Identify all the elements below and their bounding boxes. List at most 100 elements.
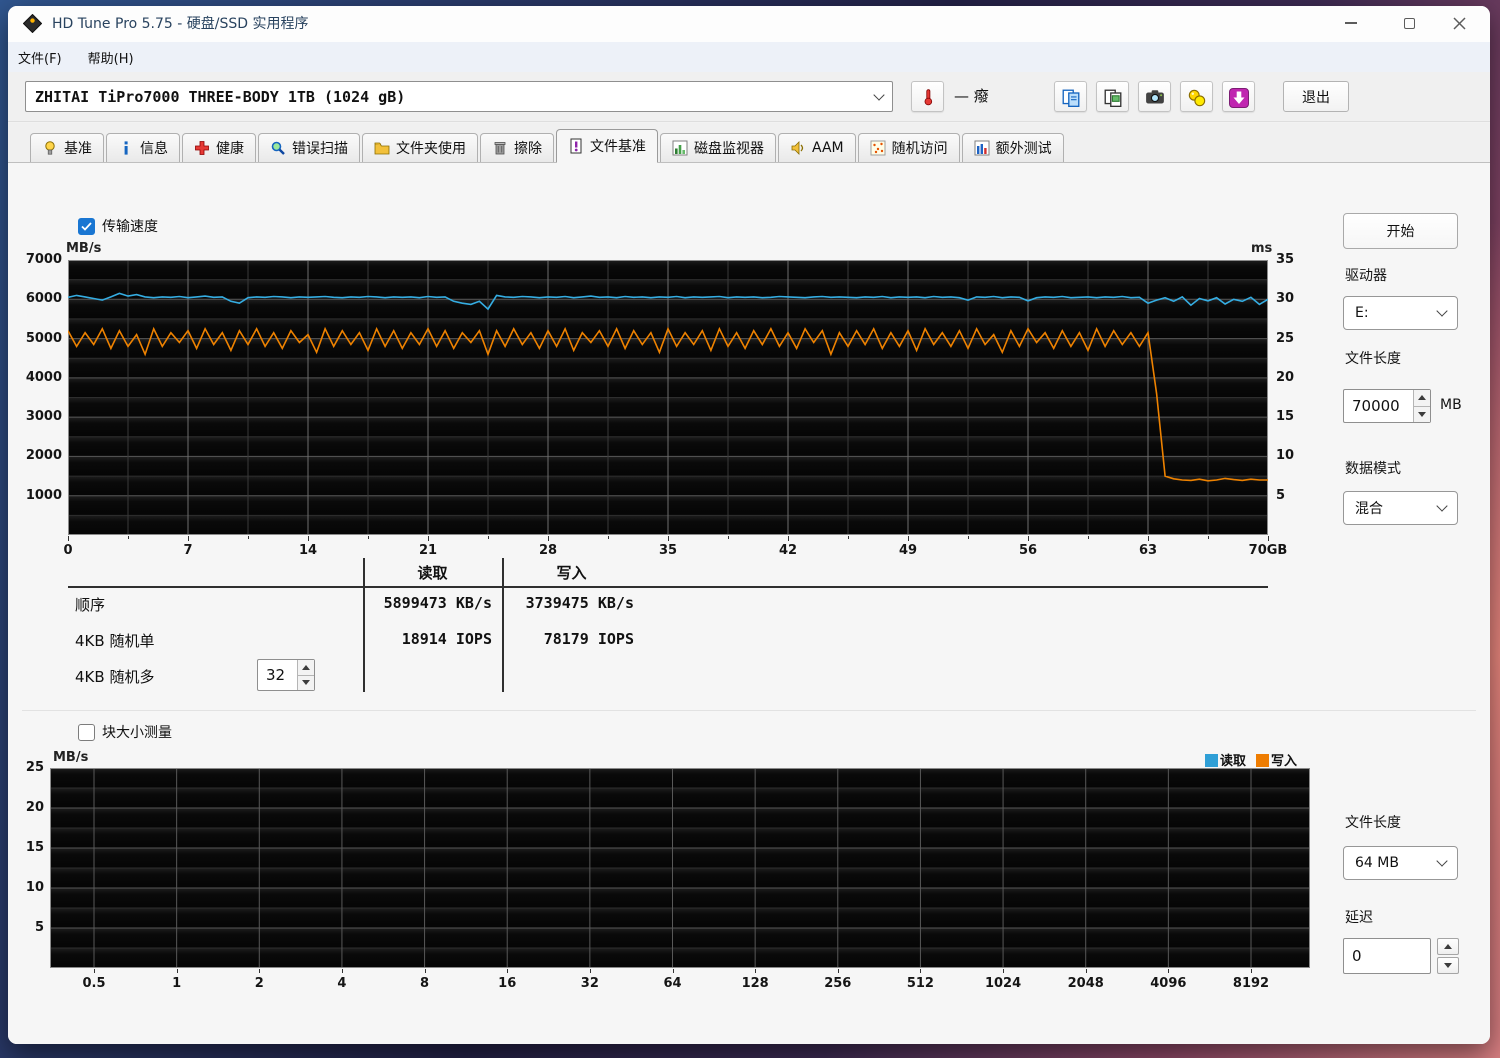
- spin-down-button[interactable]: [1414, 405, 1430, 422]
- file-length-unit: MB: [1440, 397, 1462, 413]
- axis-tick: [1208, 536, 1209, 539]
- arrow-down-icon: [302, 680, 310, 686]
- legend-read-label: 读取: [1220, 754, 1247, 769]
- tab-erase[interactable]: 擦除: [480, 133, 554, 162]
- tab-file-benchmark[interactable]: 文件基准: [556, 129, 658, 163]
- axis-tick: [308, 536, 309, 541]
- y-axis-tick-label: 25: [25, 760, 44, 775]
- transfer-speed-label: 传输速度: [102, 219, 158, 235]
- exit-button[interactable]: 退出: [1283, 81, 1349, 112]
- screenshot-button[interactable]: [1138, 81, 1171, 112]
- spinner-arrows: [1413, 390, 1430, 422]
- checkbox-unchecked-icon: [78, 723, 95, 741]
- x-axis-tick-label: 256: [824, 976, 852, 991]
- axis-tick: [908, 536, 909, 541]
- tab-label: 基准: [64, 141, 92, 157]
- queue-depth-spinner[interactable]: 32: [257, 659, 315, 691]
- tab-label: 磁盘监视器: [694, 141, 764, 157]
- toolbar-buttons: [1054, 81, 1255, 112]
- axis-tick: [1268, 536, 1269, 541]
- axis-tick: [1088, 536, 1089, 539]
- arrow-up-icon: [1418, 395, 1426, 401]
- spin-down-button[interactable]: [298, 674, 314, 690]
- screenshot-icon: [1145, 88, 1165, 106]
- block-size-checkbox[interactable]: 块大小测量: [78, 722, 172, 742]
- scan-icon: [270, 140, 286, 156]
- copy-text-button[interactable]: [1054, 81, 1087, 112]
- menu-file[interactable]: 文件(F): [18, 48, 62, 67]
- x-axis-tick-label: 0.5: [82, 976, 106, 991]
- health-icon: [194, 140, 210, 156]
- spinner-arrows: [297, 660, 314, 690]
- x-axis-tick-label: 21: [418, 543, 438, 558]
- tab-random-access[interactable]: 随机访问: [857, 133, 960, 162]
- delay-input[interactable]: 0: [1343, 938, 1431, 974]
- file-length-spinner[interactable]: 70000: [1343, 389, 1431, 423]
- x-axis-tick-label: 0: [63, 543, 73, 558]
- axis-tick: [755, 969, 757, 973]
- transfer-speed-chart: [68, 260, 1268, 535]
- tab-error-scan[interactable]: 错误扫描: [258, 133, 360, 162]
- chart1-y-axis-title: MB/s: [66, 241, 102, 256]
- minimize-button[interactable]: [1328, 6, 1374, 40]
- legend-write: 写入: [1256, 750, 1297, 769]
- tab-disk-monitor[interactable]: 磁盘监视器: [660, 133, 776, 162]
- tab-label: 健康: [216, 141, 244, 157]
- block-file-length-dropdown[interactable]: 64 MB: [1343, 846, 1458, 880]
- temperature-display: — 癈: [954, 87, 989, 105]
- app-icon: [22, 13, 43, 34]
- copy-image-button[interactable]: [1096, 81, 1129, 112]
- tab-benchmark[interactable]: 基准: [30, 133, 104, 162]
- data-mode-dropdown[interactable]: 混合: [1343, 491, 1458, 525]
- folder-icon: [374, 140, 390, 156]
- table-read-value: 18914 IOPS: [401, 630, 492, 648]
- tab-folder-usage[interactable]: 文件夹使用: [362, 133, 478, 162]
- axis-tick: [68, 536, 69, 541]
- maximize-button[interactable]: [1386, 6, 1432, 40]
- monitor-icon: [672, 140, 688, 156]
- axis-tick: [176, 969, 178, 973]
- table-write-value: 3739475 KB/s: [525, 594, 634, 612]
- x-axis-tick-label: 2: [254, 976, 264, 991]
- start-button[interactable]: 开始: [1343, 213, 1458, 249]
- temperature-button[interactable]: [911, 81, 944, 112]
- options-button[interactable]: [1180, 81, 1213, 112]
- speaker-icon: [790, 140, 806, 156]
- x-axis-tick-label: 1024: [984, 976, 1022, 991]
- drive-select[interactable]: ZHITAI TiPro7000 THREE-BODY 1TB (1024 gB…: [25, 81, 893, 112]
- tab-aam[interactable]: AAM: [778, 133, 856, 162]
- x-axis-tick-label: 56: [1018, 543, 1038, 558]
- y-axis-tick-label: 15: [25, 840, 44, 855]
- axis-tick: [968, 536, 969, 539]
- x-axis-tick-label: 7: [183, 543, 193, 558]
- copy-image-icon: [1103, 88, 1123, 107]
- drive-dropdown[interactable]: E:: [1343, 296, 1458, 330]
- app-window: HD Tune Pro 5.75 - 硬盘/SSD 实用程序 文件(F) 帮助(…: [8, 6, 1490, 1044]
- delay-up-button[interactable]: [1437, 938, 1459, 955]
- exit-button-label: 退出: [1302, 89, 1330, 106]
- axis-tick: [341, 969, 343, 973]
- update-button[interactable]: [1222, 81, 1255, 112]
- close-button[interactable]: [1436, 6, 1482, 40]
- axis-tick: [248, 536, 249, 539]
- spin-up-button[interactable]: [298, 660, 314, 675]
- tab-info[interactable]: 信息: [106, 133, 180, 162]
- transfer-speed-checkbox[interactable]: 传输速度: [78, 216, 158, 236]
- spin-up-button[interactable]: [1414, 390, 1430, 406]
- menu-help[interactable]: 帮助(H): [88, 48, 134, 67]
- y2-axis-tick-label: 5: [1276, 487, 1286, 503]
- tab-health[interactable]: 健康: [182, 133, 256, 162]
- delay-down-button[interactable]: [1437, 957, 1459, 974]
- y-axis-tick-label: 1000: [25, 487, 62, 503]
- tab-label: 随机访问: [891, 141, 948, 157]
- y2-axis-tick-label: 30: [1276, 291, 1295, 307]
- block-file-length-label: 文件长度: [1345, 815, 1401, 831]
- extra-icon: [974, 140, 990, 156]
- table-write-value: 78179 IOPS: [543, 630, 634, 648]
- axis-tick: [94, 969, 95, 973]
- data-mode-dropdown-value: 混合: [1355, 501, 1383, 517]
- tab-extra-tests[interactable]: 额外测试: [961, 133, 1064, 162]
- queue-depth-value: 32: [266, 666, 286, 684]
- axis-tick: [1168, 969, 1170, 973]
- section-divider: [22, 710, 1476, 711]
